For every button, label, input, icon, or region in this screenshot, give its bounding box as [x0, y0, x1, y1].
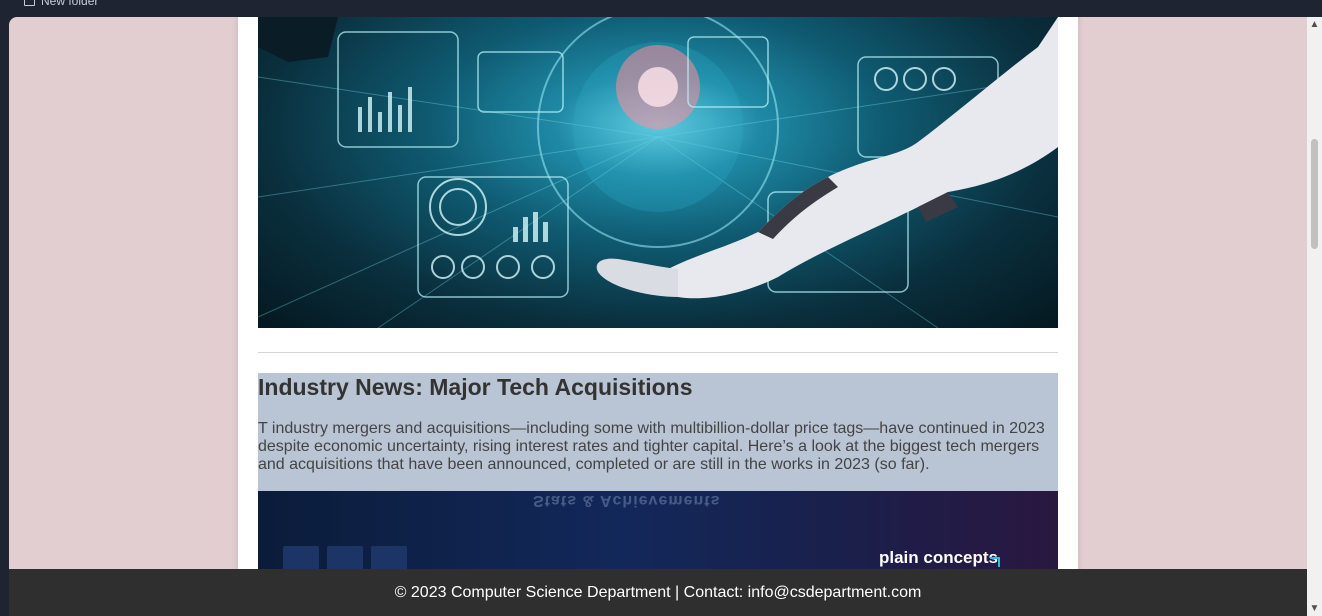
browser-frame-edge — [0, 17, 9, 616]
plain-concepts-logo: plain concepts — [878, 548, 998, 567]
mirrored-heading-text: Stats & Achievements — [533, 492, 721, 509]
logo-corner-mark-icon — [990, 557, 1000, 567]
site-footer: © 2023 Computer Science Department | Con… — [9, 569, 1307, 616]
article-body: T industry mergers and acquisitions—incl… — [258, 420, 1045, 473]
hero-illustration — [258, 17, 1058, 328]
bookmarks-bar: New folder — [0, 0, 1322, 17]
scroll-down-arrow-icon[interactable]: ▼ — [1307, 601, 1322, 616]
bookmark-new-folder[interactable]: New folder — [24, 0, 98, 8]
section-divider — [258, 352, 1058, 353]
scroll-up-arrow-icon[interactable]: ▲ — [1307, 17, 1322, 32]
article-title: Industry News: Major Tech Acquisitions — [258, 374, 693, 400]
news-article-card: Industry News: Major Tech Acquisitions T… — [258, 373, 1058, 491]
scrollbar-thumb[interactable] — [1311, 139, 1318, 249]
page-viewport: Industry News: Major Tech Acquisitions T… — [9, 17, 1307, 616]
vertical-scrollbar[interactable]: ▲ ▼ — [1307, 17, 1322, 616]
bookmark-label: New folder — [41, 0, 99, 8]
folder-icon — [24, 0, 35, 6]
ai-robot-hand-image — [258, 17, 1058, 328]
content-container: Industry News: Major Tech Acquisitions T… — [238, 17, 1078, 616]
footer-text: © 2023 Computer Science Department | Con… — [394, 583, 922, 601]
